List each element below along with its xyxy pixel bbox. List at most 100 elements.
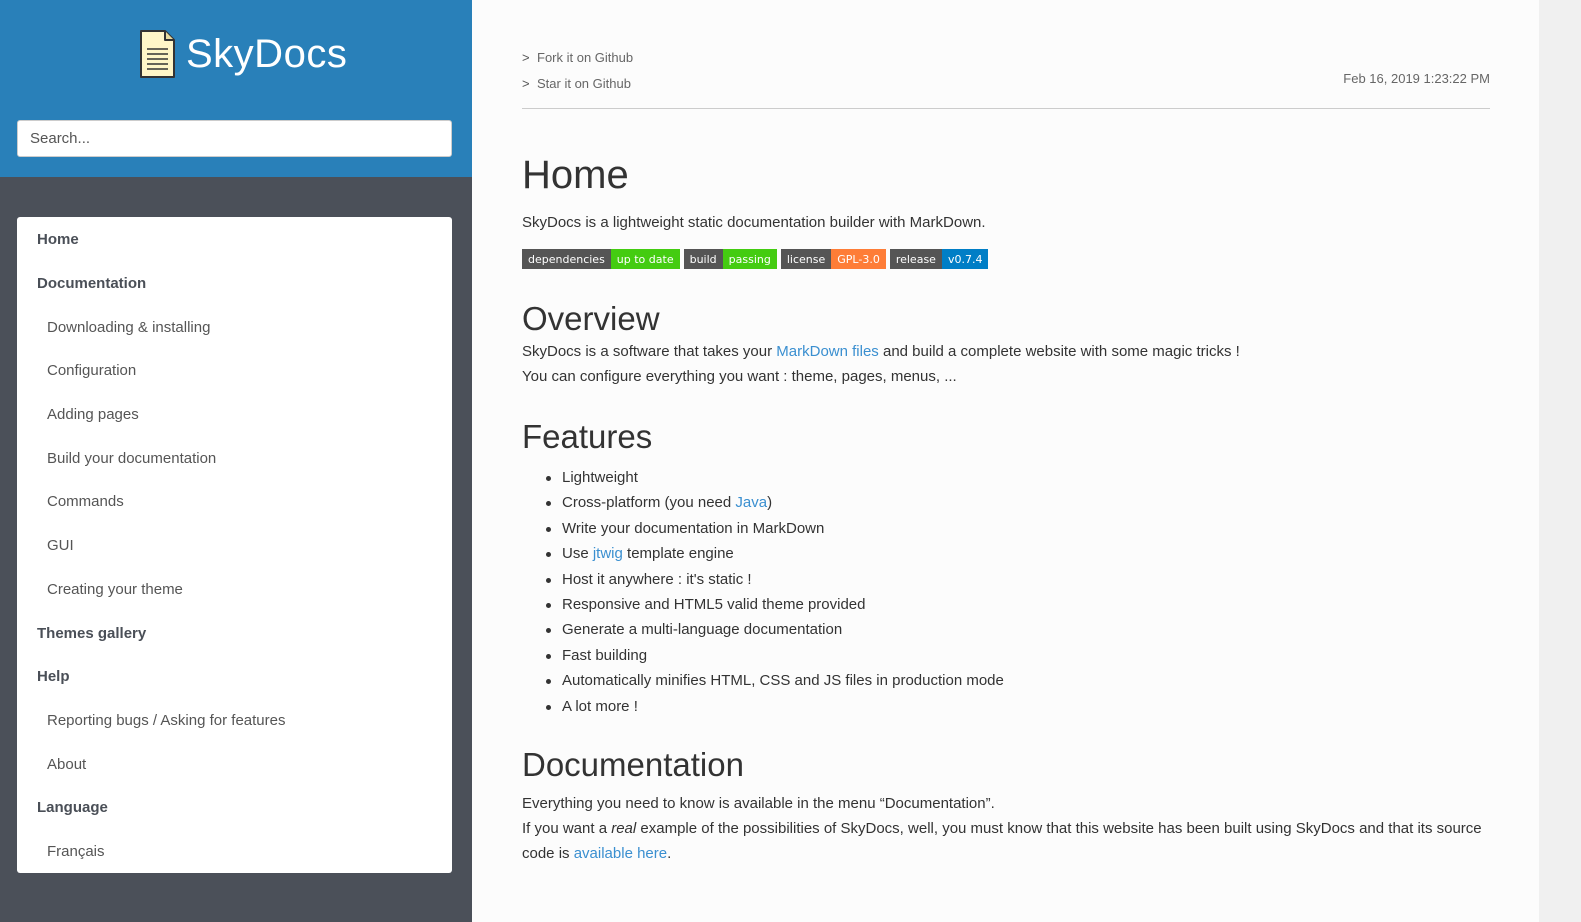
doc-text-after: . bbox=[667, 845, 672, 863]
badge-label: dependencies bbox=[522, 249, 611, 269]
sidebar-item-creating-your-theme[interactable]: Creating your theme bbox=[17, 568, 452, 612]
list-item: Fast building bbox=[546, 643, 1490, 668]
sidebar-item-build-your-documentation[interactable]: Build your documentation bbox=[17, 436, 452, 480]
feature-text-before: Use bbox=[562, 545, 593, 563]
sidebar-item-commands[interactable]: Commands bbox=[17, 480, 452, 524]
page-title: Home bbox=[522, 153, 629, 197]
sidebar-item-about[interactable]: About bbox=[17, 742, 452, 786]
sidebar-item-home[interactable]: Home bbox=[17, 218, 452, 262]
sidebar-item-configuration[interactable]: Configuration bbox=[17, 349, 452, 393]
features-list: Lightweight Cross-platform (you need Java… bbox=[522, 465, 1490, 719]
badge-build[interactable]: build passing bbox=[683, 249, 777, 269]
divider bbox=[522, 108, 1490, 109]
overview-text-after: and build a complete website with some m… bbox=[878, 343, 1240, 360]
logo[interactable]: SkyDocs bbox=[138, 28, 347, 80]
list-item: Generate a multi-language documentation bbox=[546, 617, 1490, 642]
sidebar-item-label: Home bbox=[37, 231, 79, 249]
search-input[interactable] bbox=[17, 120, 452, 157]
sidebar-menu: Home Documentation Downloading & installin… bbox=[17, 217, 452, 873]
badge-value: GPL-3.0 bbox=[831, 249, 886, 269]
main-content: > Fork it on Github > Star it on Github … bbox=[472, 0, 1539, 922]
github-links: > Fork it on Github > Star it on Github bbox=[522, 44, 633, 96]
logo-text: SkyDocs bbox=[186, 31, 348, 76]
star-on-github-link[interactable]: > Star it on Github bbox=[522, 70, 633, 96]
sidebar-item-reporting-bugs-asking-for-features[interactable]: Reporting bugs / Asking for features bbox=[17, 699, 452, 743]
intro-text: SkyDocs is a lightweight static document… bbox=[522, 214, 986, 231]
feature-text: Write your documentation in MarkDown bbox=[562, 519, 825, 537]
documentation-paragraph-1: Everything you need to know is available… bbox=[522, 795, 995, 813]
sidebar-item-label: GUI bbox=[47, 537, 74, 555]
sidebar: SkyDocs Home Documentation Downloading & i… bbox=[0, 0, 472, 922]
sidebar-item-label: Help bbox=[37, 668, 70, 686]
list-item: A lot more ! bbox=[546, 694, 1490, 719]
badge-license[interactable]: license GPL-3.0 bbox=[780, 249, 886, 269]
feature-text-after: template engine bbox=[622, 545, 734, 563]
document-icon bbox=[140, 30, 175, 78]
list-item: Use jtwig template engine bbox=[546, 541, 1490, 566]
sidebar-item-documentation[interactable]: Documentation bbox=[17, 262, 452, 306]
badge-label: build bbox=[683, 249, 723, 269]
fork-link-label: Fork it on Github bbox=[537, 49, 634, 65]
feature-link[interactable]: Java bbox=[735, 494, 767, 511]
badge-release[interactable]: release v0.7.4 bbox=[889, 249, 989, 269]
feature-text: Fast building bbox=[562, 646, 648, 664]
sidebar-item-label: Configuration bbox=[47, 362, 137, 380]
features-heading: Features bbox=[522, 418, 653, 455]
sidebar-item-language[interactable]: Language bbox=[17, 786, 452, 830]
source-code-link[interactable]: available here bbox=[574, 845, 667, 862]
sidebar-item-fran-ais[interactable]: Français bbox=[17, 830, 452, 874]
sidebar-item-downloading-installing[interactable]: Downloading & installing bbox=[17, 305, 452, 349]
list-item: Cross-platform (you need Java) bbox=[546, 490, 1490, 515]
doc-emphasis: real bbox=[611, 820, 637, 838]
overview-heading: Overview bbox=[522, 300, 660, 337]
badge-dependencies[interactable]: dependencies up to date bbox=[522, 249, 680, 269]
sidebar-header: SkyDocs bbox=[0, 0, 472, 177]
markdown-files-link[interactable]: MarkDown files bbox=[776, 343, 879, 360]
article: Home SkyDocs is a lightweight static doc… bbox=[522, 152, 1490, 866]
badge-label: license bbox=[780, 249, 832, 269]
last-updated-date: Feb 16, 2019 1:23:22 PM bbox=[1343, 71, 1490, 86]
sidebar-item-label: Creating your theme bbox=[47, 580, 183, 598]
sidebar-item-themes-gallery[interactable]: Themes gallery bbox=[17, 611, 452, 655]
list-item: Host it anywhere : it's static ! bbox=[546, 567, 1490, 592]
feature-text: Host it anywhere : it's static ! bbox=[562, 570, 752, 588]
feature-link[interactable]: jtwig bbox=[593, 545, 623, 562]
sidebar-item-label: Language bbox=[37, 799, 108, 817]
scrollbar-track[interactable] bbox=[1539, 0, 1581, 922]
badges: dependencies up to date build passing licens… bbox=[522, 249, 1490, 269]
sidebar-item-label: Commands bbox=[47, 493, 124, 511]
sidebar-item-label: Reporting bugs / Asking for features bbox=[47, 711, 286, 729]
list-item: Write your documentation in MarkDown bbox=[546, 516, 1490, 541]
sidebar-item-label: Themes gallery bbox=[37, 624, 147, 642]
badge-value: up to date bbox=[610, 249, 680, 269]
list-item: Automatically minifies HTML, CSS and JS … bbox=[546, 668, 1490, 693]
sidebar-item-gui[interactable]: GUI bbox=[17, 524, 452, 568]
badge-label: release bbox=[889, 249, 942, 269]
feature-text: Responsive and HTML5 valid theme provide… bbox=[562, 596, 866, 614]
sidebar-item-adding-pages[interactable]: Adding pages bbox=[17, 393, 452, 437]
fork-on-github-link[interactable]: > Fork it on Github bbox=[522, 44, 633, 70]
overview-paragraph-2: You can configure everything you want : … bbox=[522, 368, 957, 385]
sidebar-item-label: Downloading & installing bbox=[47, 318, 211, 336]
feature-text-before: Cross-platform (you need bbox=[562, 494, 736, 512]
sidebar-item-label: Documentation bbox=[37, 275, 147, 293]
star-link-label: Star it on Github bbox=[537, 75, 631, 91]
feature-text-after: ) bbox=[767, 494, 773, 512]
documentation-paragraph-2: If you want a real example of the possib… bbox=[522, 816, 1490, 866]
feature-text: Generate a multi-language documentation bbox=[562, 621, 843, 639]
feature-text: A lot more ! bbox=[562, 697, 638, 715]
badge-value: passing bbox=[722, 249, 777, 269]
sidebar-item-label: About bbox=[47, 755, 87, 773]
badge-value: v0.7.4 bbox=[941, 249, 989, 269]
feature-text: Lightweight bbox=[562, 469, 638, 486]
list-item: Lightweight bbox=[546, 465, 1490, 490]
sidebar-item-help[interactable]: Help bbox=[17, 655, 452, 699]
chevron-right-icon: > bbox=[522, 49, 530, 65]
overview-paragraph-1: SkyDocs is a software that takes your Ma… bbox=[522, 339, 1490, 364]
feature-text: Automatically minifies HTML, CSS and JS … bbox=[562, 672, 1004, 690]
list-item: Responsive and HTML5 valid theme provide… bbox=[546, 592, 1490, 617]
sidebar-item-label: Adding pages bbox=[47, 406, 139, 424]
sidebar-item-label: Français bbox=[47, 842, 105, 860]
sidebar-item-label: Build your documentation bbox=[47, 449, 217, 467]
overview-text-before: SkyDocs is a software that takes your bbox=[522, 343, 777, 360]
